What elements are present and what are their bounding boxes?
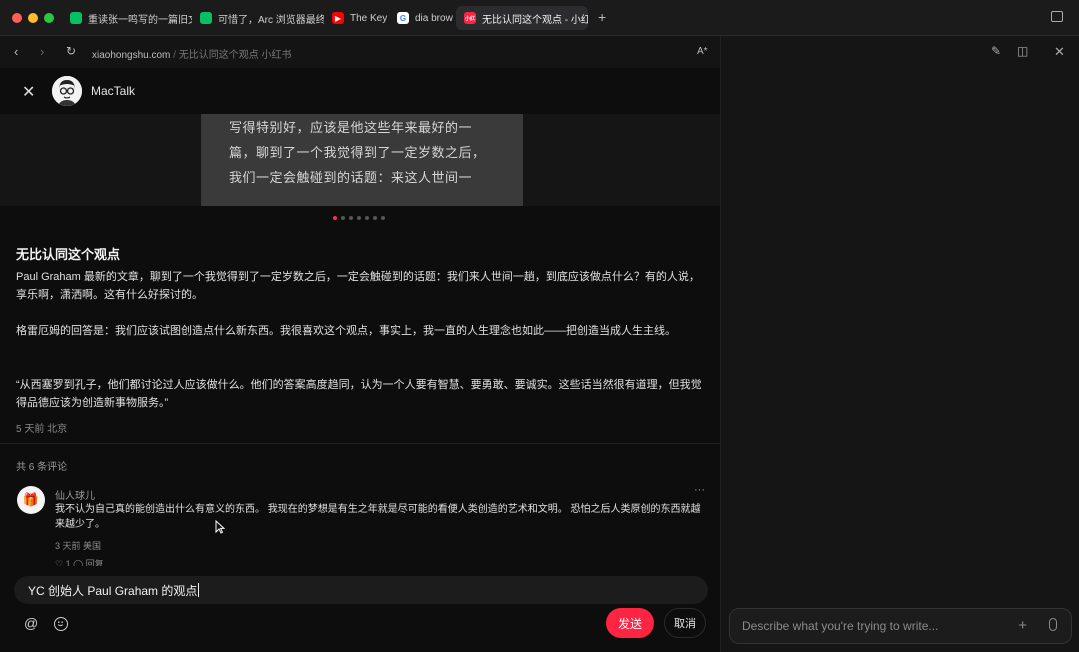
carousel-indicator [333,216,385,220]
carousel-dot[interactable] [349,216,353,220]
note-detail: ✕ MacTalk 写得特别好，应该是他这些年来最好的一 篇，聊到了一个我觉得到… [0,68,720,652]
sidebar-toggle-icon[interactable]: ◫ [1017,44,1028,58]
send-button[interactable]: 发送 [606,608,654,638]
add-icon[interactable]: + [1018,617,1027,634]
url-separator: / [173,50,176,61]
note-paragraph: “从西塞罗到孔子，他们都讨论过人应该做什么。他们的答案高度趋同，认为一个人要有智… [16,379,702,409]
note-paragraph: Paul Graham 最新的文章，聊到了一个我觉得到了一定岁数之后，一定会触碰… [16,271,700,301]
mention-icon[interactable]: @ [24,615,38,631]
tab-overview-icon[interactable] [1051,11,1063,22]
navigation-bar: ‹ › ↻ xiaohongshu.com / 无比认同这个观点 小红书 A* [0,36,720,68]
reader-mode-icon[interactable]: A* [697,46,708,57]
carousel-dot[interactable] [341,216,345,220]
emoji-icon[interactable] [54,617,68,631]
note-date-location: 5 天前 北京 [16,424,68,435]
wechat-icon [70,12,82,24]
tab-label: dia brow [415,12,453,24]
microphone-icon[interactable] [1049,618,1057,631]
title-bar: 重读张一鸣写的一篇旧文 可惜了，Arc 浏览器最终 ▶ The Key G di… [0,0,1079,36]
back-icon[interactable]: ‹ [14,44,18,59]
tab-1[interactable]: 重读张一鸣写的一篇旧文 [62,6,192,30]
edit-icon[interactable]: ✎ [991,44,1001,58]
tab-5-active[interactable]: 小红 无比认同这个观点 - 小红 × [456,6,588,30]
wechat-icon [200,12,212,24]
image-text-line: 写得特别好，应该是他这些年来最好的一 [229,121,473,136]
carousel-dot[interactable] [365,216,369,220]
note-image-carousel[interactable]: 写得特别好，应该是他这些年来最好的一 篇，聊到了一个我觉得到了一定岁数之后， 我… [0,114,720,206]
xiaohongshu-icon: 小红 [464,12,476,24]
favicon-text: 小红 [464,15,475,22]
tab-label: 重读张一鸣写的一篇旧文 [88,14,192,26]
divider [0,443,720,444]
author-name[interactable]: MacTalk [91,84,135,98]
tab-label: 可惜了，Arc 浏览器最终 [218,14,324,26]
close-window-button[interactable] [12,13,22,23]
cancel-button[interactable]: 取消 [664,608,706,638]
image-text-line: 我们一定会触碰到的话题：来这人世间一 [229,171,473,186]
comment-composer: YC 创始人 Paul Graham 的观点 @ 发送 取消 [0,566,720,652]
commenter-avatar[interactable]: 🎁 [17,486,45,514]
tab-2[interactable]: 可惜了，Arc 浏览器最终 [192,6,324,30]
more-options-icon[interactable]: ··· [694,484,705,496]
assistant-side-panel: ✎ ◫ ✕ Describe what you're trying to wri… [720,36,1079,652]
forward-icon[interactable]: › [40,44,44,59]
google-icon: G [397,12,409,24]
address-bar[interactable]: xiaohongshu.com / 无比认同这个观点 小红书 [92,46,292,61]
tab-label: The Key [350,12,388,24]
assistant-input[interactable]: Describe what you're trying to write... … [729,608,1072,644]
note-paragraph: 格雷厄姆的回答是：我们应该试图创造点什么新东西。我很喜欢这个观点，事实上，我一直… [16,325,676,337]
note-header: ✕ MacTalk [0,68,720,114]
comment-input-value: YC 创始人 Paul Graham 的观点 [28,583,198,598]
url-domain: xiaohongshu.com [92,50,171,61]
mouse-cursor-icon [215,519,226,537]
youtube-icon: ▶ [332,12,344,24]
tab-3[interactable]: ▶ The Key [324,6,389,30]
comment-text: 我不认为自己真的能创造出什么有意义的东西。 我现在的梦想是有生之年就是尽可能的看… [55,504,701,530]
minimize-window-button[interactable] [28,13,38,23]
close-note-icon[interactable]: ✕ [22,82,35,102]
new-tab-button[interactable]: + [598,9,606,25]
url-path: 无比认同这个观点 小红书 [178,50,292,61]
zoom-window-button[interactable] [44,13,54,23]
tab-4[interactable]: G dia brow [389,6,455,30]
carousel-dot[interactable] [333,216,337,220]
author-avatar[interactable] [52,76,82,106]
carousel-dot[interactable] [357,216,361,220]
close-panel-icon[interactable]: ✕ [1054,44,1065,60]
note-title: 无比认同这个观点 [16,247,121,262]
commenter-name[interactable]: 仙人球儿 [55,487,95,502]
carousel-dot[interactable] [373,216,377,220]
tab-label: 无比认同这个观点 - 小红 [482,14,588,26]
reload-icon[interactable]: ↻ [66,44,76,58]
image-text-line: 篇，聊到了一个我觉得到了一定岁数之后， [229,146,486,161]
carousel-dot[interactable] [381,216,385,220]
comment-count: 共 6 条评论 [16,462,68,473]
comment-date-location: 3 天前 美国 [55,541,102,551]
note-image: 写得特别好，应该是他这些年来最好的一 篇，聊到了一个我觉得到了一定岁数之后， 我… [201,114,523,206]
text-caret [198,583,200,597]
assistant-input-placeholder: Describe what you're trying to write... [742,619,939,633]
comment-input[interactable]: YC 创始人 Paul Graham 的观点 [14,576,708,604]
